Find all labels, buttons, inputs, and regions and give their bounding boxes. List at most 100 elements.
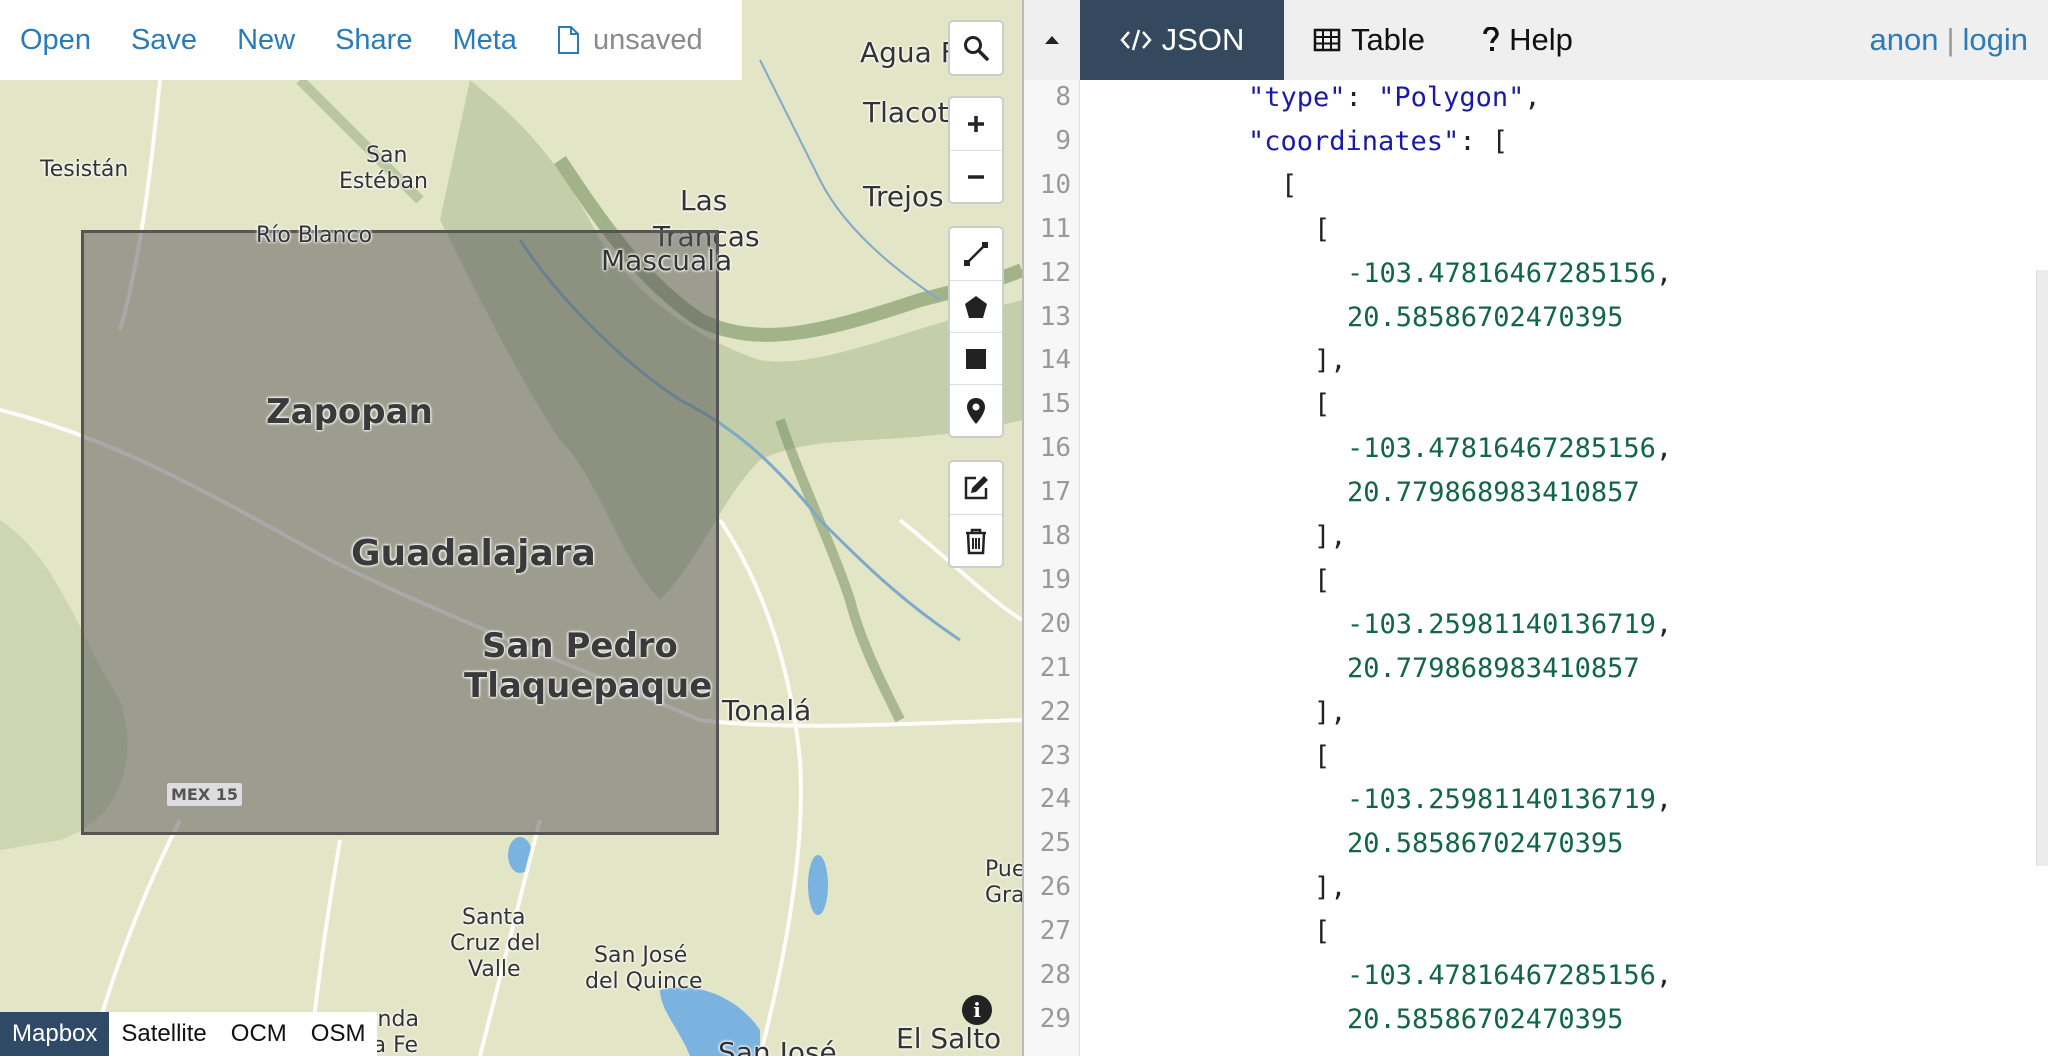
table-icon bbox=[1313, 28, 1341, 52]
tab-table[interactable]: Table bbox=[1284, 0, 1454, 80]
place-label: San José bbox=[718, 1036, 837, 1056]
line-number: 19 bbox=[1039, 564, 1071, 595]
json-number: -103.47816467285156 bbox=[1347, 960, 1656, 991]
json-punctuation: [ bbox=[1314, 389, 1331, 421]
code-line: "type": "Polygon", bbox=[1248, 82, 1541, 113]
code-line: ], bbox=[1314, 345, 1347, 376]
tab-json[interactable]: JSON bbox=[1080, 0, 1284, 80]
line-number: 15 bbox=[1039, 389, 1071, 420]
zoom-in-button[interactable] bbox=[950, 98, 1002, 150]
line-number: 9 bbox=[1055, 125, 1071, 156]
delete-layers-button[interactable] bbox=[950, 514, 1002, 566]
json-punctuation: [ bbox=[1314, 916, 1331, 948]
collapse-button[interactable] bbox=[1024, 0, 1080, 80]
code-line: [ bbox=[1314, 916, 1330, 947]
zoom-out-button[interactable] bbox=[950, 150, 1002, 202]
json-number: -103.25981140136719 bbox=[1347, 608, 1656, 640]
file-icon bbox=[557, 26, 579, 54]
code-line: ], bbox=[1314, 697, 1347, 728]
basemap-option[interactable]: Satellite bbox=[109, 1012, 218, 1056]
line-number: 18 bbox=[1039, 521, 1071, 551]
json-punctuation: , bbox=[1655, 608, 1673, 640]
info-icon[interactable]: i bbox=[962, 995, 992, 1025]
code-line: -103.25981140136719, bbox=[1347, 784, 1672, 815]
basemap-switcher: Mapbox Satellite OCM OSM bbox=[0, 1012, 378, 1056]
editor-pane: JSON Table Help anon | login 8 9 10 11 12 13 1… bbox=[1024, 0, 2048, 1056]
line-number: 10 bbox=[1039, 169, 1071, 200]
line-number: 11 bbox=[1039, 213, 1071, 244]
draw-control bbox=[948, 226, 1004, 438]
code-line: [ bbox=[1314, 214, 1330, 245]
line-number: 28 bbox=[1039, 960, 1071, 990]
json-punctuation: , bbox=[1655, 257, 1673, 289]
tab-table-label: Table bbox=[1350, 22, 1426, 57]
json-punctuation: [ bbox=[1314, 213, 1331, 245]
json-punctuation: [ bbox=[1314, 740, 1331, 772]
place-label: Gra bbox=[985, 883, 1022, 908]
line-number: 24 bbox=[1039, 784, 1071, 815]
place-label: Santa bbox=[462, 905, 526, 930]
line-number: 12 bbox=[1039, 257, 1071, 288]
user-links: anon | login bbox=[1869, 0, 2028, 80]
line-number: 21 bbox=[1039, 652, 1071, 683]
code-line: [ bbox=[1314, 565, 1330, 596]
place-label: El Salto bbox=[896, 1022, 1002, 1055]
search-button[interactable] bbox=[950, 22, 1002, 74]
code-line: ], bbox=[1314, 521, 1347, 552]
code-line: -103.25981140136719, bbox=[1347, 609, 1672, 640]
draw-polygon-button[interactable] bbox=[950, 280, 1002, 332]
tab-json-label: JSON bbox=[1161, 22, 1245, 57]
json-number: -103.47816467285156 bbox=[1347, 257, 1656, 289]
place-label: San José bbox=[594, 943, 688, 968]
place-label: Estéban bbox=[339, 169, 428, 194]
tab-help[interactable]: Help bbox=[1454, 0, 1602, 80]
edit-control bbox=[948, 460, 1004, 568]
edit-layers-button[interactable] bbox=[950, 462, 1002, 514]
file-status[interactable]: unsaved bbox=[557, 24, 703, 57]
json-number: 20.779868983410857 bbox=[1347, 652, 1640, 684]
json-string: "Polygon" bbox=[1378, 82, 1525, 113]
basemap-option[interactable]: Mapbox bbox=[0, 1012, 110, 1056]
place-label: Guadalajara bbox=[351, 533, 596, 574]
draw-line-button[interactable] bbox=[950, 228, 1002, 280]
code-line: 20.58586702470395 bbox=[1347, 828, 1623, 859]
line-number: 13 bbox=[1039, 301, 1071, 332]
login-link[interactable]: login bbox=[1963, 22, 2029, 58]
place-label: Agua F bbox=[860, 36, 957, 69]
json-editor[interactable]: 8 9 10 11 12 13 14 15 16 17 18 19 20 21 22 23 24 25 26 27 28… bbox=[1024, 80, 2048, 1056]
file-menu-bar: Open Save New Share Meta unsaved bbox=[0, 0, 742, 80]
save-menu[interactable]: Save bbox=[131, 24, 197, 57]
plus-icon bbox=[968, 116, 984, 132]
caret-up-icon bbox=[1045, 36, 1059, 44]
json-number: -103.47816467285156 bbox=[1347, 433, 1656, 465]
basemap-option[interactable]: OCM bbox=[219, 1012, 299, 1056]
json-number: -103.25981140136719 bbox=[1347, 784, 1656, 816]
highway-shield: MEX 15 bbox=[166, 782, 244, 807]
json-string: "coordinates" bbox=[1248, 125, 1460, 157]
open-menu[interactable]: Open bbox=[20, 24, 91, 57]
json-punctuation: ], bbox=[1314, 345, 1347, 377]
map-view[interactable]: Agua F Tlacot Trejos Tesistán San Estéba… bbox=[0, 0, 1022, 1056]
anon-link[interactable]: anon bbox=[1869, 22, 1938, 58]
minus-icon bbox=[968, 174, 984, 179]
line-number: 8 bbox=[1055, 82, 1071, 112]
place-label: Valle bbox=[468, 957, 521, 982]
code-icon bbox=[1119, 29, 1152, 51]
code-line: 20.779868983410857 bbox=[1347, 653, 1640, 684]
line-number: 20 bbox=[1039, 608, 1071, 639]
draw-marker-button[interactable] bbox=[950, 384, 1002, 436]
tab-help-label: Help bbox=[1509, 22, 1573, 57]
json-number: 20.58586702470395 bbox=[1347, 1003, 1624, 1035]
place-label: Tonalá bbox=[722, 694, 812, 727]
draw-rectangle-button[interactable] bbox=[950, 332, 1002, 384]
question-icon bbox=[1483, 27, 1499, 51]
editor-scrollbar[interactable] bbox=[2036, 270, 2048, 866]
place-label: Tlaquepaque bbox=[464, 666, 713, 706]
basemap-option[interactable]: OSM bbox=[299, 1012, 378, 1056]
line-number: 17 bbox=[1039, 477, 1071, 508]
new-menu[interactable]: New bbox=[237, 24, 295, 57]
meta-menu[interactable]: Meta bbox=[452, 24, 516, 57]
json-punctuation: ], bbox=[1314, 872, 1347, 904]
place-label: Trejos bbox=[863, 180, 944, 213]
share-menu[interactable]: Share bbox=[335, 24, 412, 57]
